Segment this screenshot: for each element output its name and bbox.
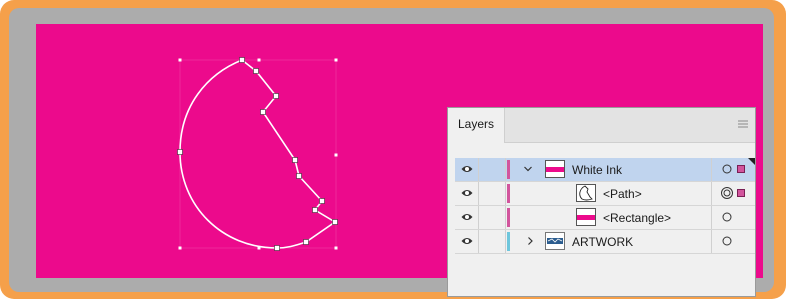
anchor-points[interactable] xyxy=(177,57,338,251)
artwork-thumbnail xyxy=(545,232,565,250)
layer-label[interactable]: <Path> xyxy=(603,187,642,201)
target-divider xyxy=(711,158,712,181)
circle-icon[interactable] xyxy=(721,235,733,247)
lock-toggle[interactable] xyxy=(479,158,506,181)
visibility-toggle[interactable] xyxy=(455,158,479,181)
tab-layers-label: Layers xyxy=(458,117,495,131)
bbox-handle-top[interactable] xyxy=(257,58,261,62)
hamburger-menu-icon[interactable] xyxy=(737,119,749,129)
layers-panel: Layers White Ink <Path> <Rectangle> ARTW… xyxy=(447,107,756,297)
layer-color-bar xyxy=(507,184,510,203)
crescent-path[interactable] xyxy=(179,59,337,249)
pink-stripe-thumbnail xyxy=(545,160,565,178)
lock-toggle[interactable] xyxy=(479,206,506,229)
bbox-handle-bl[interactable] xyxy=(178,246,182,250)
lock-toggle[interactable] xyxy=(479,230,506,253)
eye-icon xyxy=(461,214,473,220)
layer-color-bar xyxy=(507,208,510,227)
bbox-handle-tr[interactable] xyxy=(334,58,338,62)
chevron-right-icon[interactable] xyxy=(525,235,535,247)
layer-color-bar xyxy=(507,232,510,251)
eye-icon xyxy=(461,190,473,196)
selection-indicator[interactable] xyxy=(737,189,745,197)
bbox-handle-tl[interactable] xyxy=(178,58,182,62)
bbox-handle-br[interactable] xyxy=(334,246,338,250)
path-outline-thumbnail xyxy=(576,184,596,202)
bbox-handle-right[interactable] xyxy=(334,153,338,157)
panel-tab-bar: Layers xyxy=(448,108,755,143)
layer-color-bar xyxy=(507,160,510,179)
eye-icon xyxy=(461,166,473,172)
visibility-toggle[interactable] xyxy=(455,182,479,205)
layer-row-path[interactable]: <Path> xyxy=(455,182,755,206)
chevron-down-icon[interactable] xyxy=(523,163,533,175)
circle-icon[interactable] xyxy=(721,211,733,223)
current-layer-indicator xyxy=(748,158,755,165)
layer-row-rectangle[interactable]: <Rectangle> xyxy=(455,206,755,230)
target-divider xyxy=(711,230,712,253)
window-frame: Layers White Ink <Path> <Rectangle> ARTW… xyxy=(0,0,786,299)
circle-icon[interactable] xyxy=(721,163,733,175)
layer-label[interactable]: ARTWORK xyxy=(572,235,633,249)
target-divider xyxy=(711,182,712,205)
selection-indicator[interactable] xyxy=(737,165,745,173)
lock-toggle[interactable] xyxy=(479,182,506,205)
visibility-toggle[interactable] xyxy=(455,230,479,253)
pink-stripe-thumbnail xyxy=(576,208,596,226)
layer-label[interactable]: White Ink xyxy=(572,163,622,177)
visibility-toggle[interactable] xyxy=(455,206,479,229)
tab-layers[interactable]: Layers xyxy=(448,108,505,143)
target-divider xyxy=(711,206,712,229)
layer-row-white-ink[interactable]: White Ink xyxy=(455,158,755,182)
layer-label[interactable]: <Rectangle> xyxy=(603,211,671,225)
double-circle-icon[interactable] xyxy=(720,186,734,200)
layer-row-artwork[interactable]: ARTWORK xyxy=(455,230,755,254)
eye-icon xyxy=(461,238,473,244)
